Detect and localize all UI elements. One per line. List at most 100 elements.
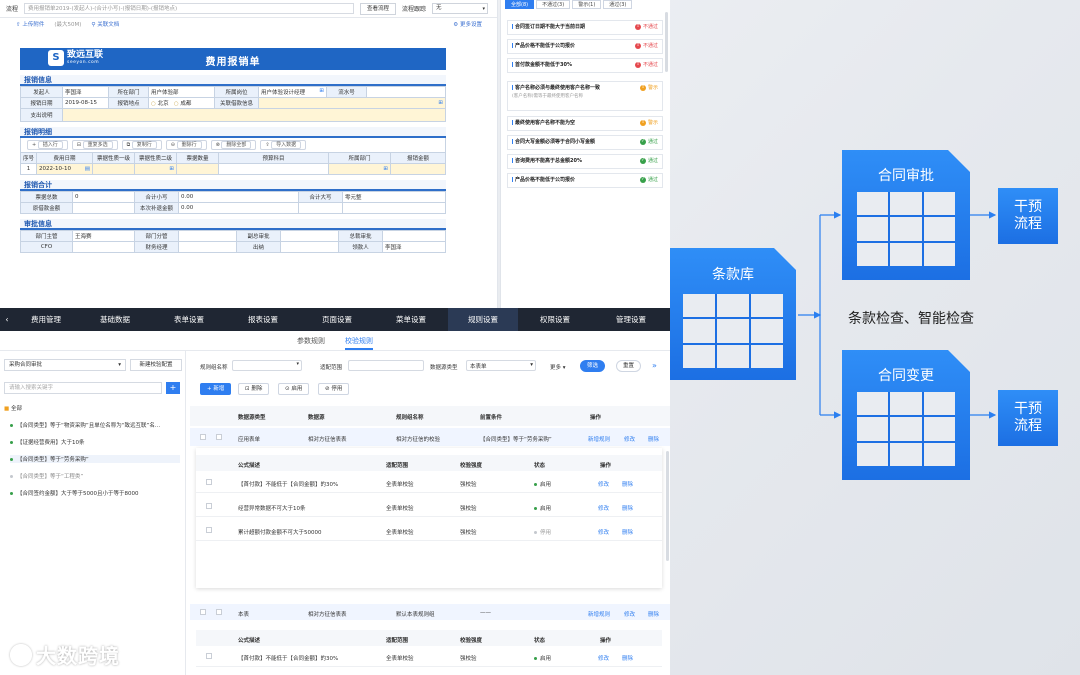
check-item[interactable]: 产品价格不能低于公司报价 ✓ 通过: [507, 173, 663, 188]
add-button[interactable]: + 新增: [200, 383, 232, 395]
row-checkbox[interactable]: [206, 479, 212, 485]
nav-item[interactable]: 权限设置: [518, 308, 592, 331]
delete-link[interactable]: 删除: [648, 435, 659, 443]
budget-field[interactable]: [218, 163, 329, 175]
reset-button[interactable]: 重置: [616, 360, 642, 372]
tab-param-rules[interactable]: 参数规则: [297, 331, 325, 350]
disable-button[interactable]: ⊘ 停用: [318, 383, 350, 395]
amount-field[interactable]: [390, 163, 446, 175]
edit-link[interactable]: 修改: [624, 610, 635, 618]
more-filter-button[interactable]: 更多 ▾: [550, 363, 566, 371]
nav-item[interactable]: 费用管理: [14, 308, 78, 331]
qty-field[interactable]: [176, 163, 219, 175]
nav-item[interactable]: 菜单设置: [374, 308, 448, 331]
upload-button[interactable]: ⇧ 上传附件: [16, 20, 44, 28]
scope-input[interactable]: [348, 360, 424, 371]
type2-field[interactable]: ⊞: [134, 163, 177, 175]
search-input[interactable]: 请输入搜索关键字: [4, 382, 162, 394]
nav-item-active[interactable]: 规则设置: [448, 308, 518, 331]
check-item[interactable]: 客户名称必须与最终使用客户名称一致! 警示 (客户名称)需等于最终使用客户名称: [507, 81, 663, 111]
multi-select-button[interactable]: ⊟ 重复多选: [71, 140, 118, 150]
table-scrollbar[interactable]: [666, 451, 669, 561]
delete-button[interactable]: ⊡ 删除: [238, 383, 270, 395]
picker-icon[interactable]: ⊞: [383, 166, 388, 172]
row-checkbox[interactable]: [206, 653, 212, 659]
add-icon[interactable]: +: [166, 382, 180, 394]
edit-link[interactable]: 修改: [598, 654, 609, 662]
delete-link[interactable]: 删除: [622, 654, 633, 662]
insert-row-button[interactable]: + 插入行: [27, 140, 68, 150]
tab-check-rules[interactable]: 校验规则: [345, 331, 373, 350]
check-item[interactable]: 产品价格不能低于公司报价! 不通过: [507, 39, 663, 54]
radio-beijing[interactable]: ○: [151, 101, 156, 107]
check-item[interactable]: 首付款金额不能低于30%! 不通过: [507, 58, 663, 73]
check-item[interactable]: 合同大写金额必须等于合同小写金额 ✓ 通过: [507, 135, 663, 150]
import-data-button[interactable]: ⇪ 导入数据: [260, 140, 307, 150]
check-item[interactable]: 合同签订日期不能大于当前日期! 不通过: [507, 20, 663, 35]
edit-link[interactable]: 修改: [598, 528, 609, 536]
rule-group-input[interactable]: ▾: [232, 360, 302, 371]
nav-item[interactable]: 报表设置: [226, 308, 300, 331]
process-input[interactable]: 费用报销单2019-(发起人)-(合计小写)-(报销日期)-(报销地点): [24, 3, 355, 14]
check-item[interactable]: 最终使用客户名称不能为空! 警示: [507, 116, 663, 131]
calendar-icon[interactable]: ▤: [85, 166, 90, 172]
add-rule-link[interactable]: 新增规则: [588, 610, 610, 618]
view-flow-button[interactable]: 查看流程: [360, 2, 397, 15]
radio-chengdu[interactable]: ○: [174, 101, 179, 107]
type1-field[interactable]: [92, 163, 135, 175]
row-checkbox[interactable]: [200, 434, 206, 440]
row-checkbox[interactable]: [200, 609, 206, 615]
tree-item[interactable]: 【合同类型】等于“工程类”: [10, 472, 83, 480]
picker-icon[interactable]: ⊞: [438, 100, 443, 106]
tab-all[interactable]: 全部(8): [505, 0, 535, 9]
new-config-button[interactable]: 新建校验配置: [130, 359, 182, 371]
more-settings-button[interactable]: ⚙ 更多设置: [453, 20, 482, 28]
edit-link[interactable]: 修改: [624, 435, 635, 443]
panel-scrollbar[interactable]: [665, 12, 668, 72]
check-item[interactable]: 咨询费用不能高于总金额20% ✓ 通过: [507, 154, 663, 169]
expand-checkbox[interactable]: [216, 434, 222, 440]
edit-link[interactable]: 修改: [598, 504, 609, 512]
delete-link[interactable]: 删除: [622, 528, 633, 536]
nav-item[interactable]: 管理设置: [592, 308, 670, 331]
add-rule-link[interactable]: 新增规则: [588, 435, 610, 443]
tab-warn[interactable]: 警示(1): [572, 0, 602, 9]
tree-root[interactable]: ■ 全部: [4, 404, 22, 412]
enable-button[interactable]: ⊙ 启用: [278, 383, 310, 395]
tree-item[interactable]: 【合同类型】等于“劳务采购”: [10, 455, 180, 463]
expand-checkbox[interactable]: [216, 609, 222, 615]
delete-row-button[interactable]: ⊖ 删除行: [165, 140, 207, 150]
filter-button[interactable]: 筛选: [580, 360, 606, 372]
nav-item[interactable]: 基础数据: [78, 308, 152, 331]
tab-fail[interactable]: 不通过(3): [536, 0, 571, 9]
delete-link[interactable]: 删除: [622, 504, 633, 512]
source-type-select[interactable]: 本表单 ▾: [466, 360, 536, 371]
dept-field[interactable]: ⊞: [328, 163, 391, 175]
nav-item[interactable]: 表单设置: [152, 308, 226, 331]
delete-link[interactable]: 删除: [622, 480, 633, 488]
copy-row-button[interactable]: ⧉ 复制行: [121, 140, 162, 150]
row-checkbox[interactable]: [206, 503, 212, 509]
nav-item[interactable]: 页面设置: [300, 308, 374, 331]
status-badge: ! 不通过: [634, 61, 658, 68]
back-icon[interactable]: ‹: [0, 315, 14, 324]
track-select[interactable]: 无 ▾: [432, 3, 489, 14]
expense-date-field[interactable]: 2022-10-10 ▤: [36, 163, 93, 175]
row-divider: [196, 492, 662, 493]
picker-icon[interactable]: ⊞: [319, 88, 324, 94]
tab-pass[interactable]: 通过(3): [603, 0, 633, 9]
remark-field[interactable]: [62, 108, 446, 122]
loan-info-field[interactable]: ⊞: [258, 97, 446, 109]
row-checkbox[interactable]: [206, 527, 212, 533]
tree-item[interactable]: 【合同类型】等于“物资采购”且单位名称为“致远互联”名...: [10, 421, 160, 429]
tree-item[interactable]: 【证据经营费用】大于10条: [10, 438, 85, 446]
expand-icon[interactable]: »: [652, 361, 657, 370]
status-text: 警示: [647, 120, 658, 126]
tree-item[interactable]: 【合同签约金额】大于等于5000且小于等于8000: [10, 489, 139, 497]
relate-doc-button[interactable]: ⚲ 关联文档: [91, 20, 119, 28]
delete-link[interactable]: 删除: [648, 610, 659, 618]
form-select[interactable]: 采购合同审批 ▾: [4, 359, 126, 371]
picker-icon[interactable]: ⊞: [169, 166, 174, 172]
delete-all-button[interactable]: ⊗ 删除全部: [210, 140, 257, 150]
edit-link[interactable]: 修改: [598, 480, 609, 488]
